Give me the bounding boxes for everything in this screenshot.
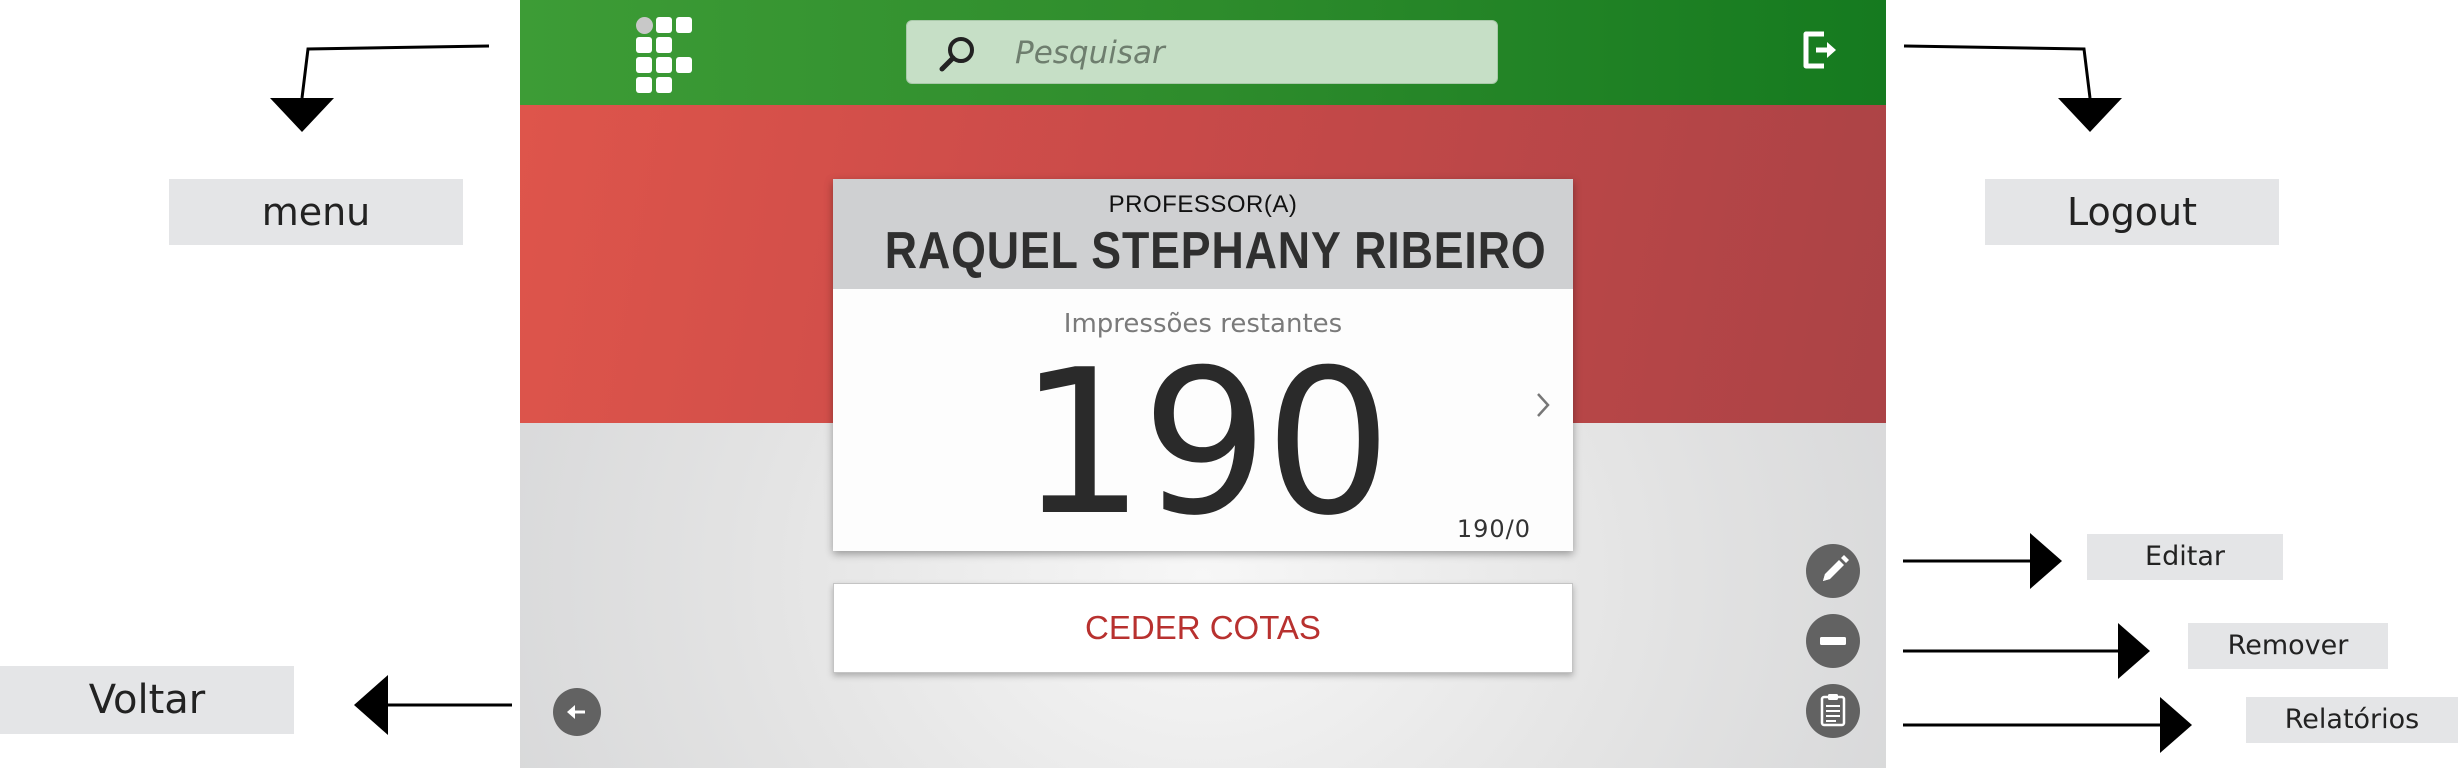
annotation-relatorios: Relatórios (2246, 697, 2458, 743)
annotation-arrows (270, 44, 2192, 753)
annotation-remover: Remover (2188, 623, 2388, 669)
annotation-logout: Logout (1985, 179, 2279, 245)
annotation-voltar: Voltar (0, 666, 294, 734)
annotation-editar: Editar (2087, 534, 2283, 580)
annotation-menu: menu (169, 179, 463, 245)
